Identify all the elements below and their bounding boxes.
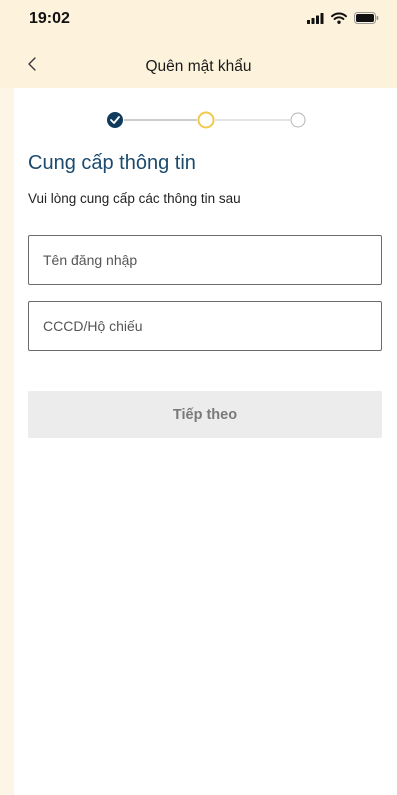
- next-button[interactable]: Tiếp theo: [28, 391, 382, 438]
- content-panel: Cung cấp thông tin Vui lòng cung cấp các…: [14, 88, 397, 795]
- status-bar: 19:02: [0, 0, 397, 40]
- navigation-bar: Quên mật khẩu: [0, 40, 397, 88]
- progress-stepper: [107, 111, 306, 129]
- status-icons: [307, 12, 379, 24]
- battery-icon: [354, 12, 379, 24]
- status-time: 19:02: [29, 10, 70, 27]
- id-passport-input[interactable]: [28, 301, 382, 351]
- step-current-icon: [197, 111, 215, 129]
- username-input[interactable]: [28, 235, 382, 285]
- section-heading: Cung cấp thông tin: [28, 152, 196, 174]
- step-upcoming-icon: [290, 112, 306, 128]
- cellular-signal-icon: [307, 12, 324, 24]
- section-subheading: Vui lòng cung cấp các thông tin sau: [28, 191, 241, 206]
- page-title: Quên mật khẩu: [145, 58, 252, 75]
- step-completed-icon: [107, 112, 123, 128]
- wifi-icon: [331, 12, 347, 24]
